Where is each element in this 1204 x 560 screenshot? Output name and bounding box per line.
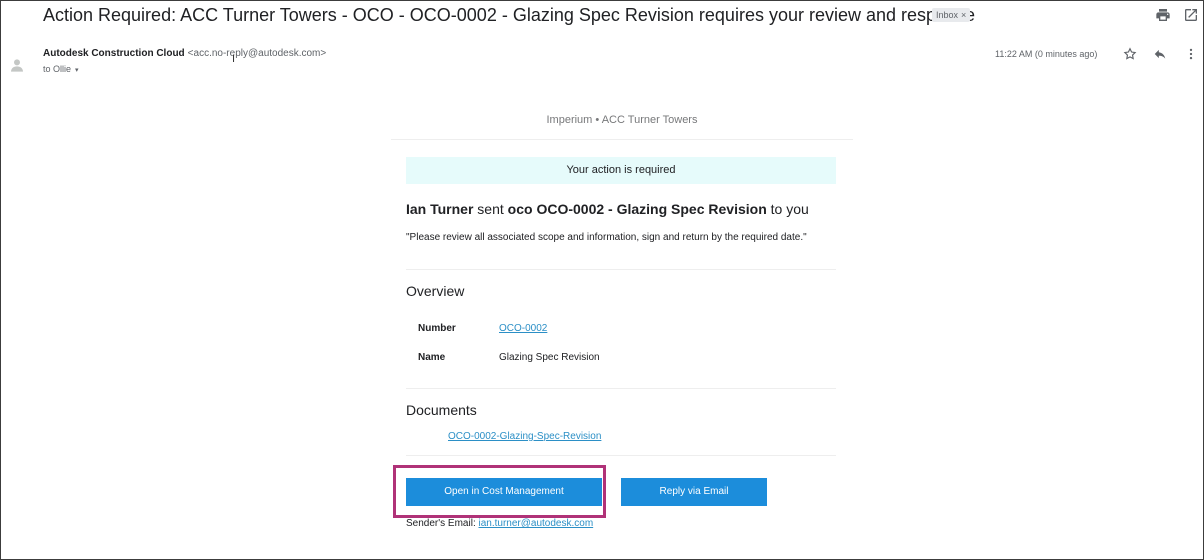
sender-email-label: Sender's Email: — [406, 518, 479, 529]
sender-email-link[interactable]: ian.turner@autodesk.com — [479, 518, 594, 529]
document-link[interactable]: OCO-0002-Glazing-Spec-Revision — [448, 431, 601, 442]
documents-heading: Documents — [406, 402, 477, 418]
name-label: Name — [418, 352, 446, 363]
action-required-banner: Your action is required — [406, 157, 836, 184]
reply-icon[interactable] — [1153, 47, 1167, 61]
sender-address: <acc.no-reply@autodesk.com> — [187, 48, 327, 59]
sender-email-line: Sender's Email: ian.turner@autodesk.com — [406, 518, 593, 529]
divider — [406, 269, 836, 270]
highlight-box — [393, 465, 606, 518]
project-org: Imperium • ACC Turner Towers — [546, 114, 698, 126]
actor-name: Ian Turner — [406, 201, 474, 217]
headline-suffix: to you — [766, 201, 809, 217]
number-link[interactable]: OCO-0002 — [499, 323, 547, 334]
divider — [391, 139, 853, 140]
reply-via-email-button[interactable]: Reply via Email — [621, 478, 767, 506]
divider — [406, 455, 836, 456]
divider — [406, 388, 836, 389]
more-options-icon[interactable] — [1184, 47, 1198, 61]
star-icon[interactable] — [1123, 47, 1137, 61]
sender-name: Autodesk Construction Cloud — [43, 48, 185, 59]
sender-line: Autodesk Construction Cloud <acc.no-reply… — [43, 48, 326, 59]
headline-verb: sent — [473, 201, 508, 217]
text-cursor-icon: I — [232, 53, 236, 65]
remove-label-icon[interactable]: × — [961, 10, 966, 20]
inbox-label-text: Inbox — [936, 10, 959, 20]
print-icon[interactable] — [1155, 7, 1171, 23]
overview-heading: Overview — [406, 283, 465, 299]
chevron-down-icon[interactable]: ▾ — [75, 67, 79, 74]
recipient-line[interactable]: to Ollie ▾ — [43, 64, 79, 74]
inbox-label: Inbox × — [932, 8, 971, 22]
item-name: oco OCO-0002 - Glazing Spec Revision — [507, 201, 767, 217]
number-label: Number — [418, 323, 456, 334]
name-value: Glazing Spec Revision — [499, 352, 600, 363]
notification-headline: Ian Turner sent oco OCO-0002 - Glazing S… — [406, 201, 809, 217]
open-in-new-window-icon[interactable] — [1183, 7, 1199, 23]
recipient-text: to Ollie — [43, 64, 72, 74]
email-timestamp: 11:22 AM (0 minutes ago) — [995, 49, 1098, 59]
avatar-icon — [11, 59, 23, 72]
email-subject: Action Required: ACC Turner Towers - OCO… — [43, 5, 976, 25]
message-quote: "Please review all associated scope and … — [406, 232, 807, 243]
